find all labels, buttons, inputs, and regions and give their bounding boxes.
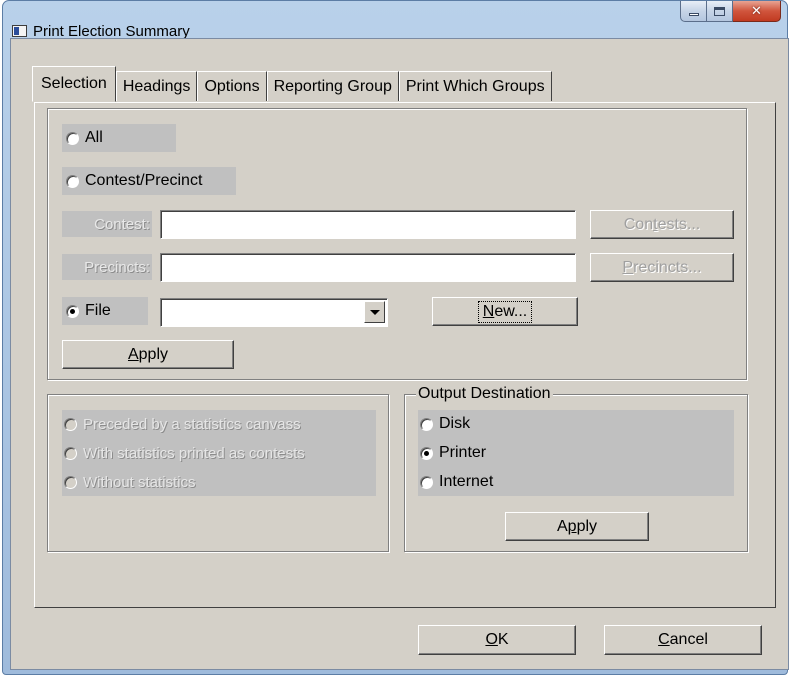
label-text: Contest: [94, 215, 150, 233]
tab-label: Options [204, 77, 260, 95]
maximize-button[interactable] [707, 1, 733, 22]
output-option-internet[interactable]: Internet [420, 470, 493, 494]
tab-selection[interactable]: Selection [32, 66, 116, 102]
label-accel: C [658, 631, 670, 648]
button-label: Cancel [658, 631, 708, 649]
statistics-options-area: Preceded by a statistics canvass With st… [62, 410, 376, 496]
contests-button[interactable]: Contests... [590, 210, 734, 239]
close-button[interactable]: ✕ [733, 1, 781, 22]
tab-label: Print Which Groups [405, 77, 545, 95]
output-option-printer[interactable]: Printer [420, 441, 486, 465]
label-accel: O [485, 631, 498, 648]
label-pre: A [556, 517, 568, 535]
radio-button [64, 446, 77, 460]
label-post: K [497, 631, 509, 648]
label-post: ests... [657, 215, 701, 233]
option-label: Preceded by a statistics canvass [83, 415, 301, 433]
stat-option-with[interactable]: With statistics printed as contests [64, 441, 305, 465]
radio-all[interactable]: All [62, 124, 176, 152]
label-post: ancel [669, 631, 708, 648]
file-dropdown[interactable] [160, 298, 388, 327]
button-label: OK [485, 631, 508, 649]
radio-button [64, 475, 77, 489]
radio-button [66, 174, 79, 188]
label-post: ply [576, 517, 598, 535]
radio-label-text: File [85, 302, 111, 319]
output-destination-legend: Output Destination [416, 384, 553, 404]
ok-button[interactable]: OK [418, 625, 576, 655]
button-label: Apply [557, 518, 597, 536]
radio-button-checked [420, 446, 433, 460]
label-accel: p [567, 517, 577, 535]
tab-print-which-groups[interactable]: Print Which Groups [398, 71, 552, 101]
new-button[interactable]: New... [432, 297, 578, 326]
label-post: ew... [494, 302, 528, 320]
label-pre: Con [623, 215, 654, 233]
button-label: Contests... [624, 216, 701, 234]
button-label: New... [477, 300, 533, 323]
button-label: Precincts... [622, 259, 701, 277]
radio-label-text: Contest/Precinct [85, 172, 203, 189]
label-accel: P [622, 258, 634, 276]
label-accel: A [127, 345, 139, 363]
tab-reporting-group[interactable]: Reporting Group [266, 71, 399, 101]
stat-option-without[interactable]: Without statistics [64, 470, 196, 494]
radio-button [420, 475, 433, 489]
output-option-disk[interactable]: Disk [420, 412, 470, 436]
contest-field[interactable] [160, 210, 576, 239]
radio-contest-precinct[interactable]: Contest/Precinct [62, 167, 236, 195]
tab-options[interactable]: Options [197, 71, 267, 101]
label-post: recincts... [633, 258, 702, 276]
app-icon [12, 25, 27, 37]
option-label: Printer [439, 444, 487, 461]
radio-button [66, 131, 79, 145]
close-icon: ✕ [751, 3, 762, 19]
tab-label: Selection [41, 75, 107, 92]
minimize-button[interactable] [680, 1, 707, 22]
precincts-button[interactable]: Precincts... [590, 253, 734, 282]
selection-apply-button[interactable]: Apply [62, 340, 234, 369]
radio-button [420, 417, 433, 431]
option-label: With statistics printed as contests [83, 444, 305, 462]
radio-button-checked [66, 304, 79, 318]
chevron-down-icon [369, 309, 380, 315]
tab-label: Headings [122, 77, 191, 95]
precincts-field[interactable] [160, 253, 576, 282]
tab-strip: Selection Headings Options Reporting Gro… [32, 66, 552, 102]
output-apply-button[interactable]: Apply [505, 512, 649, 541]
dropdown-button[interactable] [364, 301, 385, 323]
option-label: Disk [439, 415, 471, 432]
option-label: Without statistics [83, 473, 196, 491]
radio-file[interactable]: File [62, 297, 148, 325]
title-bar[interactable]: Print Election Summary ✕ [3, 1, 787, 40]
contest-field-label: Contest: [62, 211, 152, 237]
button-label: Apply [128, 346, 168, 364]
output-options-area: Disk Printer Internet [418, 410, 734, 496]
label-accel: N [482, 302, 495, 320]
minimize-icon [688, 13, 699, 16]
label-post: pply [138, 345, 169, 363]
option-label: Internet [439, 473, 494, 490]
label-text: Precincts: [84, 258, 150, 276]
precincts-field-label: Precincts: [62, 254, 152, 280]
stat-option-preceded[interactable]: Preceded by a statistics canvass [64, 412, 301, 436]
tab-headings[interactable]: Headings [115, 71, 198, 101]
tab-label: Reporting Group [273, 77, 392, 95]
caption-buttons: ✕ [680, 1, 781, 22]
radio-button [64, 417, 77, 431]
cancel-button[interactable]: Cancel [604, 625, 762, 655]
maximize-icon [714, 6, 725, 16]
radio-label-text: All [85, 129, 103, 146]
